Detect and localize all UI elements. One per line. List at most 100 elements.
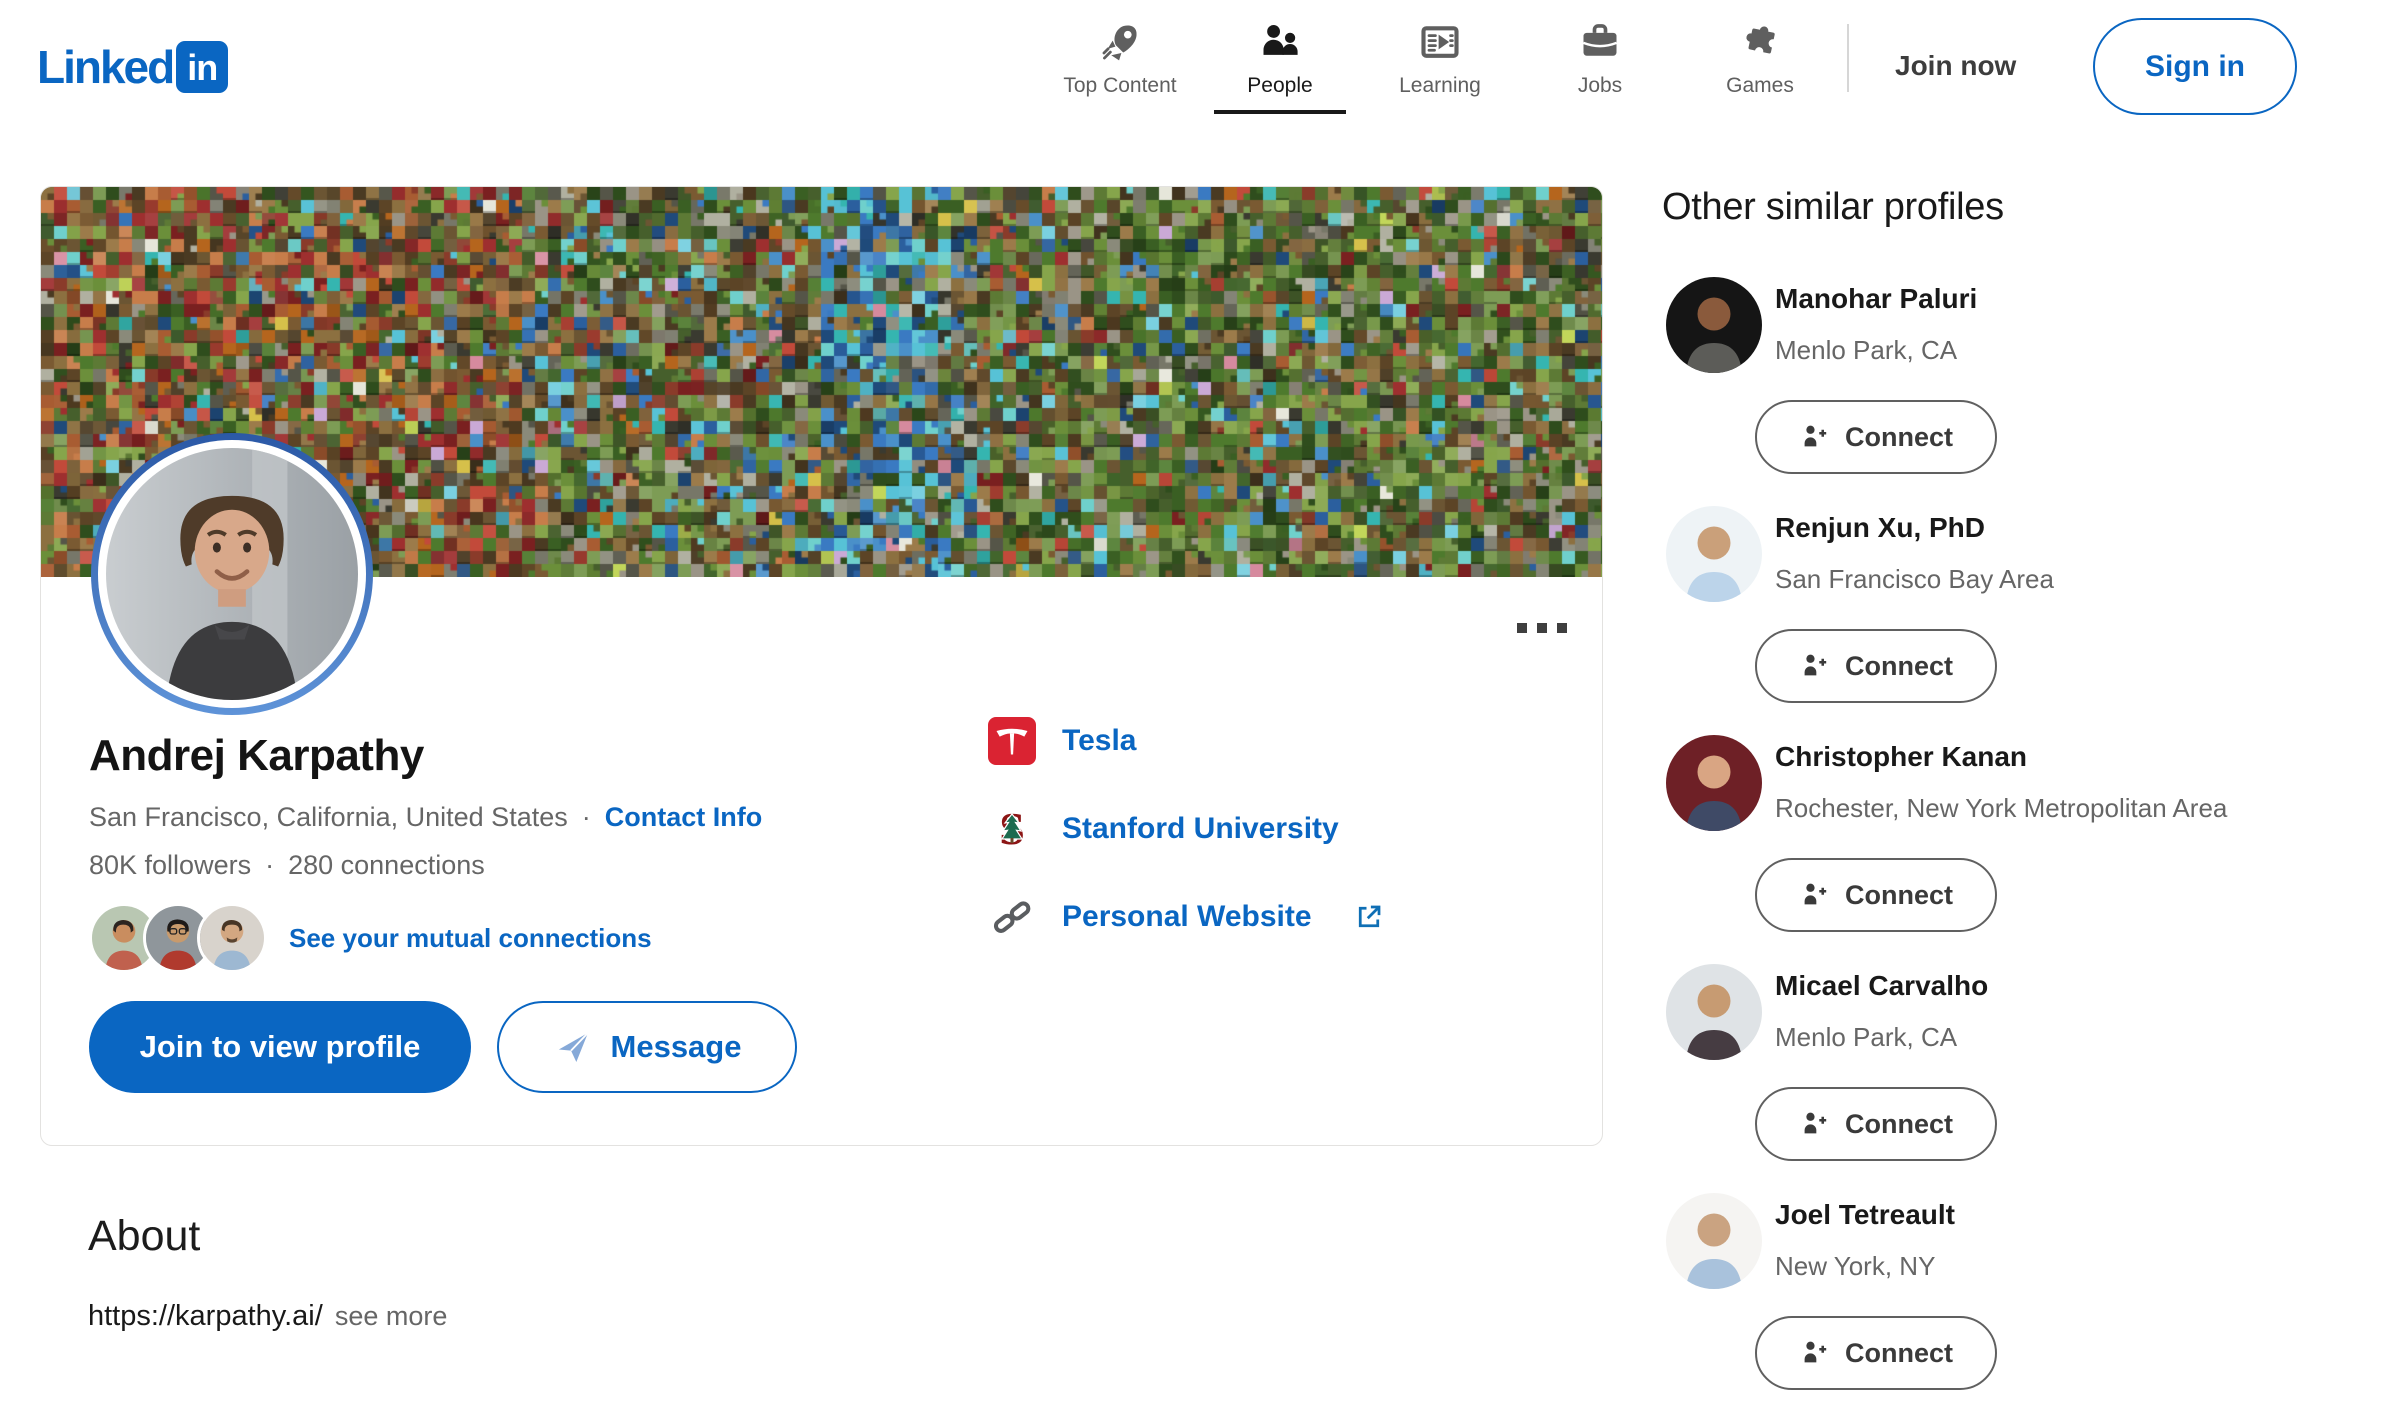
similar-profiles-sidebar: Other similar profiles Manohar Paluri Me… xyxy=(1662,186,2374,1422)
profile-card: Andrej Karpathy San Francisco, Californi… xyxy=(40,186,1603,1146)
similar-profile-location: Menlo Park, CA xyxy=(1775,1022,1957,1053)
tab-label: Jobs xyxy=(1578,75,1622,96)
people-icon xyxy=(1258,20,1302,64)
top-nav: Linked in Top Content People xyxy=(0,0,2382,150)
profile-actions: Join to view profile Message xyxy=(89,1001,797,1093)
mutual-avatar xyxy=(197,903,267,973)
linkedin-logo-text: Linked xyxy=(37,40,173,94)
see-more-link[interactable]: see more xyxy=(335,1301,448,1332)
org-label: Tesla xyxy=(1062,724,1137,758)
overflow-menu-button[interactable] xyxy=(1511,617,1573,639)
linkedin-guest-profile-page: { "brand": { "prefix": "Linked", "suffix… xyxy=(0,0,2382,1410)
person-add-icon xyxy=(1799,879,1831,911)
join-now-link[interactable]: Join now xyxy=(1895,50,2016,82)
ellipsis-dot xyxy=(1557,623,1567,633)
tab-label: Games xyxy=(1726,75,1794,96)
tab-people[interactable]: People xyxy=(1200,20,1360,114)
org-label: Personal Website xyxy=(1062,900,1312,934)
followers-count: 80K followers xyxy=(89,850,251,881)
profile-photo-image xyxy=(106,448,358,700)
link-icon xyxy=(988,893,1036,941)
similar-profile-avatar[interactable] xyxy=(1666,506,1762,602)
mutual-avatars xyxy=(89,903,267,973)
tab-games[interactable]: Games xyxy=(1680,20,1840,114)
location-line: San Francisco, California, United States… xyxy=(89,802,762,833)
similar-profile-avatar[interactable] xyxy=(1666,735,1762,831)
tesla-logo xyxy=(988,717,1036,765)
similar-profile-row: Christopher Kanan Rochester, New York Me… xyxy=(1662,735,2374,964)
profile-location: San Francisco, California, United States xyxy=(89,802,568,833)
paper-plane-icon xyxy=(553,1027,593,1067)
person-add-icon xyxy=(1799,1108,1831,1140)
linkedin-logo-icon: in xyxy=(176,41,228,93)
person-add-icon xyxy=(1799,421,1831,453)
tab-label: Top Content xyxy=(1063,75,1176,96)
connect-button-label: Connect xyxy=(1845,880,1953,911)
similar-profile-location: San Francisco Bay Area xyxy=(1775,564,2054,595)
person-add-icon xyxy=(1799,650,1831,682)
profile-name: Andrej Karpathy xyxy=(89,731,424,781)
profile-photo xyxy=(91,433,373,715)
connect-button[interactable]: Connect xyxy=(1755,1087,1997,1161)
stanford-logo: S xyxy=(988,805,1036,853)
similar-profile-avatar[interactable] xyxy=(1666,1193,1762,1289)
dot-separator: · xyxy=(265,850,274,881)
linkedin-logo[interactable]: Linked in xyxy=(37,40,228,94)
connect-button[interactable]: Connect xyxy=(1755,858,1997,932)
org-label: Stanford University xyxy=(1062,812,1339,846)
message-button-label: Message xyxy=(611,1029,742,1065)
ellipsis-dot xyxy=(1537,623,1547,633)
sidebar-title: Other similar profiles xyxy=(1662,186,2374,229)
connect-button-label: Connect xyxy=(1845,1109,1953,1140)
mutual-connections-link[interactable]: See your mutual connections xyxy=(89,903,652,973)
similar-profile-row: Micael Carvalho Menlo Park, CA Connect xyxy=(1662,964,2374,1193)
connect-button-label: Connect xyxy=(1845,422,1953,453)
about-text: https://karpathy.ai/ xyxy=(88,1300,323,1333)
connect-button[interactable]: Connect xyxy=(1755,629,1997,703)
about-section-title: About xyxy=(88,1212,200,1261)
similar-profile-name[interactable]: Micael Carvalho xyxy=(1775,970,1988,1002)
similar-profile-name[interactable]: Christopher Kanan xyxy=(1775,741,2027,773)
message-button[interactable]: Message xyxy=(497,1001,797,1093)
sign-in-button[interactable]: Sign in xyxy=(2093,18,2297,115)
followers-line: 80K followers · 280 connections xyxy=(89,850,485,881)
rocket-icon xyxy=(1098,20,1142,64)
similar-profile-avatar[interactable] xyxy=(1666,277,1762,373)
join-to-view-profile-button[interactable]: Join to view profile xyxy=(89,1001,471,1093)
similar-profile-name[interactable]: Renjun Xu, PhD xyxy=(1775,512,1985,544)
similar-profile-row: Joel Tetreault New York, NY Connect xyxy=(1662,1193,2374,1422)
org-row-personal-website[interactable]: Personal Website xyxy=(988,893,1384,941)
similar-profile-row: Manohar Paluri Menlo Park, CA Connect xyxy=(1662,277,2374,506)
tab-label: Learning xyxy=(1399,75,1481,96)
mutual-connections-label: See your mutual connections xyxy=(289,923,652,954)
similar-profiles-list: Manohar Paluri Menlo Park, CA Connect Re… xyxy=(1662,277,2374,1422)
person-add-icon xyxy=(1799,1337,1831,1369)
similar-profile-name[interactable]: Joel Tetreault xyxy=(1775,1199,1955,1231)
connections-count: 280 connections xyxy=(288,850,485,881)
similar-profile-location: Menlo Park, CA xyxy=(1775,335,1957,366)
tab-learning[interactable]: Learning xyxy=(1360,20,1520,114)
similar-profile-location: New York, NY xyxy=(1775,1251,1935,1282)
nav-tabs: Top Content People Learning xyxy=(1040,20,1840,114)
ellipsis-dot xyxy=(1517,623,1527,633)
tab-label: People xyxy=(1247,75,1312,96)
contact-info-link[interactable]: Contact Info xyxy=(605,802,762,833)
connect-button[interactable]: Connect xyxy=(1755,400,1997,474)
external-link-icon xyxy=(1354,902,1384,932)
nav-divider xyxy=(1847,24,1849,92)
about-text-line: https://karpathy.ai/ see more xyxy=(88,1300,447,1333)
similar-profile-row: Renjun Xu, PhD San Francisco Bay Area Co… xyxy=(1662,506,2374,735)
tab-top-content[interactable]: Top Content xyxy=(1040,20,1200,114)
dot-separator: · xyxy=(582,802,591,833)
similar-profile-avatar[interactable] xyxy=(1666,964,1762,1060)
org-row-tesla[interactable]: Tesla xyxy=(988,717,1384,765)
similar-profile-name[interactable]: Manohar Paluri xyxy=(1775,283,1977,315)
learning-icon xyxy=(1418,20,1462,64)
connect-button-label: Connect xyxy=(1845,651,1953,682)
connect-button[interactable]: Connect xyxy=(1755,1316,1997,1390)
similar-profile-location: Rochester, New York Metropolitan Area xyxy=(1775,793,2227,824)
briefcase-icon xyxy=(1578,20,1622,64)
tab-jobs[interactable]: Jobs xyxy=(1520,20,1680,114)
puzzle-icon xyxy=(1738,20,1782,64)
org-row-stanford[interactable]: S Stanford University xyxy=(988,805,1384,853)
